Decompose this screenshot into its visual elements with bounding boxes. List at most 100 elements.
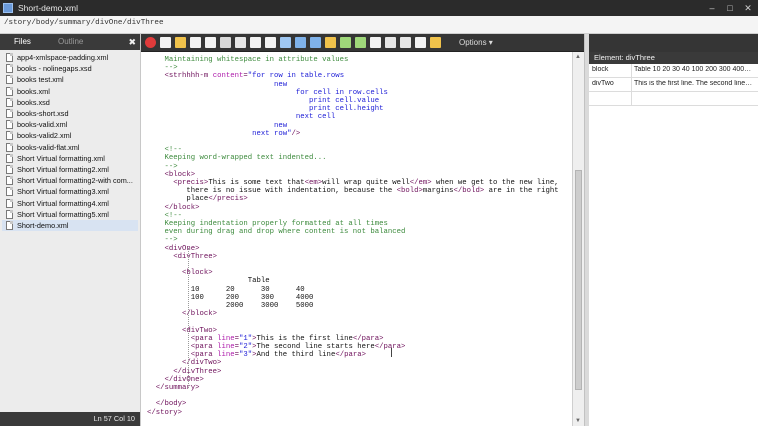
toolbar: Options ▾ (141, 34, 584, 52)
element-children-table: block Table 10 20 30 40 100 200 300 4000 … (589, 64, 758, 106)
file-item[interactable]: books - nolinegaps.xsd (2, 63, 138, 74)
element-path[interactable]: /story/body/summary/divOne/divThree (4, 19, 164, 27)
code-token: <para (147, 343, 218, 351)
file-item[interactable]: Short Virtual formatting4.xml (2, 197, 138, 208)
code-line: next cell (147, 113, 335, 121)
element-child-row[interactable]: block Table 10 20 30 40 100 200 300 4000 … (589, 64, 758, 78)
code-token: --> (147, 64, 178, 73)
code-line: </divOne> (147, 376, 204, 384)
file-item[interactable]: books-valid2.xml (2, 130, 138, 141)
file-item[interactable]: app4-xmlspace-padding.xml (2, 52, 138, 63)
undo-icon[interactable] (295, 37, 306, 48)
code-editor[interactable]: Maintaining whitespace in attribute valu… (141, 52, 572, 426)
child-element-value: This is the first line. The second line … (634, 80, 754, 87)
code-line: next row"/> (147, 130, 300, 138)
file-item[interactable]: Short-demo.xml (2, 219, 138, 231)
file-list: app4-xmlspace-padding.xml books - nolineg… (2, 52, 138, 231)
code-line: 10 20 30 40 (147, 286, 305, 294)
file-icon (6, 142, 13, 152)
element-child-row[interactable]: divTwo This is the first line. The second… (589, 78, 758, 92)
code-line: <block> (147, 269, 213, 277)
file-name: books.xml (17, 86, 50, 96)
text-cursor (391, 348, 397, 357)
title-bar: Short-demo.xml – □ ✕ (0, 0, 758, 16)
code-token: </para> (352, 334, 384, 343)
indent-icon[interactable] (340, 37, 351, 48)
code-token: </divThree> (147, 367, 222, 376)
tab-files[interactable]: Files (8, 36, 37, 48)
code-line: Maintaining whitespace in attribute valu… (147, 56, 349, 64)
file-item[interactable]: books-valid-flat.xml (2, 142, 138, 153)
copy-icon[interactable] (250, 37, 261, 48)
file-item[interactable]: Short Virtual formatting.xml (2, 153, 138, 164)
tab-outline[interactable]: Outline (52, 36, 89, 48)
minimize-icon[interactable]: – (706, 3, 718, 13)
code-token: line (217, 334, 235, 343)
code-token: </em> (409, 179, 432, 187)
element-panel: Element: divThree block Table 10 20 30 40… (589, 52, 758, 426)
code-line: </block> (147, 204, 200, 212)
file-item[interactable]: Short Virtual formatting2-with com... (2, 175, 138, 186)
code-token: --> (147, 236, 178, 245)
file-name: Short-demo.xml (17, 220, 69, 230)
file-item[interactable]: Short Virtual formatting5.xml (2, 209, 138, 220)
wrap-icon[interactable] (370, 37, 381, 48)
uncomment-icon[interactable] (400, 37, 411, 48)
save-all-icon[interactable] (205, 37, 216, 48)
file-item[interactable]: Short Virtual formatting2.xml (2, 164, 138, 175)
paste-icon[interactable] (265, 37, 276, 48)
edit-icon[interactable] (430, 37, 441, 48)
file-icon (6, 53, 13, 63)
new-icon[interactable] (160, 37, 171, 48)
code-line: --> (147, 236, 178, 244)
close-icon[interactable]: ✕ (742, 3, 754, 13)
code-line: </divTwo> (147, 359, 221, 367)
code-token: there is no issue with indentation, beca… (147, 187, 397, 196)
element-panel-title: Element: divThree (594, 53, 655, 62)
file-icon (6, 220, 13, 230)
validate-icon[interactable] (415, 37, 426, 48)
save-icon[interactable] (190, 37, 201, 48)
code-token: line (217, 351, 235, 360)
find-icon[interactable] (280, 37, 291, 48)
code-token: "1" (238, 334, 253, 343)
maximize-icon[interactable]: □ (724, 3, 736, 13)
code-token: <divTwo> (147, 326, 218, 335)
code-token: "for row in table.rows (247, 72, 345, 81)
code-line: <para line="2">The second line starts he… (147, 343, 406, 351)
file-item[interactable]: books.xml (2, 86, 138, 97)
file-item[interactable]: books.xsd (2, 97, 138, 108)
column-divider (631, 92, 632, 105)
redo-icon[interactable] (310, 37, 321, 48)
options-menu[interactable]: Options ▾ (459, 37, 493, 49)
file-item[interactable]: books-short.xsd (2, 108, 138, 119)
close-panel-icon[interactable]: ✖ (128, 36, 136, 48)
file-name: Short Virtual formatting.xml (17, 153, 105, 163)
cut-icon[interactable] (235, 37, 246, 48)
code-line: <divThree> (147, 253, 217, 261)
comment-icon[interactable] (385, 37, 396, 48)
scroll-down-icon[interactable]: ▼ (575, 418, 581, 424)
scroll-up-icon[interactable]: ▲ (575, 54, 581, 60)
vertical-scrollbar[interactable]: ▲ ▼ (572, 52, 584, 426)
file-icon (6, 131, 13, 141)
scroll-thumb[interactable] (575, 170, 582, 390)
outdent-icon[interactable] (355, 37, 366, 48)
format-icon[interactable] (325, 37, 336, 48)
code-token: This is the first line (256, 334, 353, 343)
code-token: next cell (147, 113, 336, 122)
code-token: 10 20 30 40 (147, 285, 305, 294)
open-icon[interactable] (175, 37, 186, 48)
file-item[interactable]: Short Virtual formatting3.xml (2, 186, 138, 197)
code-token: And the third line (256, 351, 336, 360)
logo-icon[interactable] (145, 37, 156, 48)
column-divider (631, 64, 632, 77)
code-token: </divOne> (147, 375, 204, 384)
code-token: when we get to the new line, (431, 179, 559, 187)
file-item[interactable]: books test.xml (2, 74, 138, 85)
code-line: new (147, 81, 287, 89)
code-token: </story> (147, 408, 183, 417)
file-item[interactable]: books-valid.xml (2, 119, 138, 130)
element-child-row[interactable] (589, 92, 758, 106)
print-icon[interactable] (220, 37, 231, 48)
